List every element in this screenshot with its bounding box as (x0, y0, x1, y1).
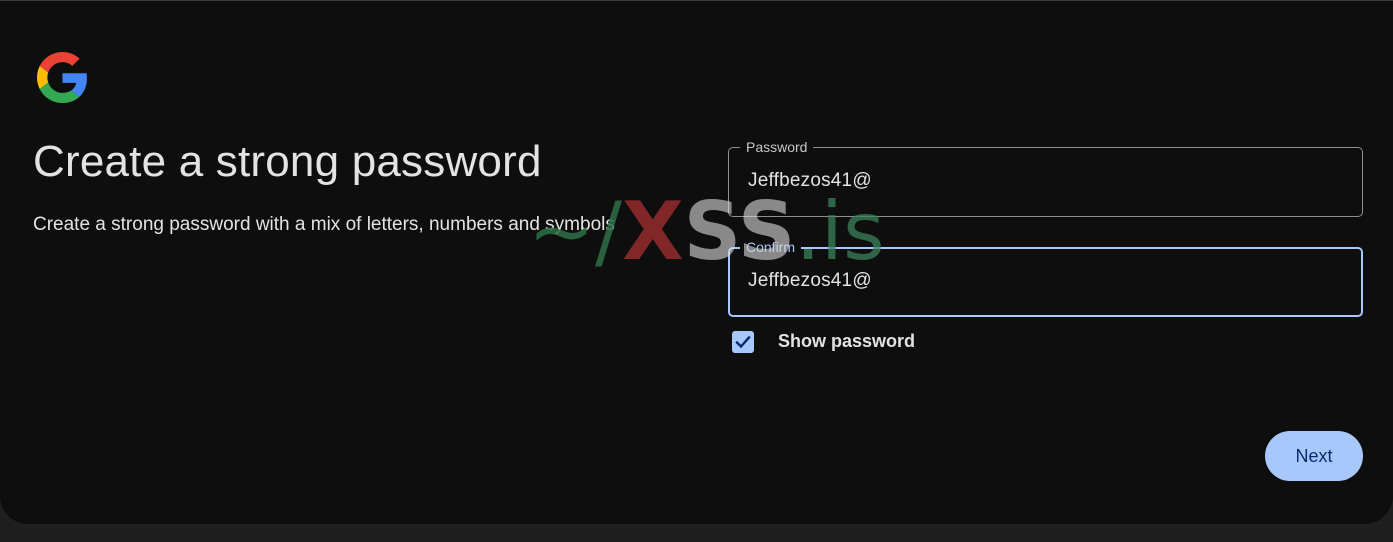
signup-card: Create a strong password Create a strong… (0, 0, 1393, 524)
check-icon (735, 335, 751, 349)
watermark-x: X (621, 185, 684, 278)
password-label: Password (740, 139, 814, 155)
password-input[interactable]: Jeffbezos41@ (748, 170, 872, 192)
confirm-field[interactable]: Confirm Jeffbezos41@ (728, 239, 1363, 317)
next-button[interactable]: Next (1265, 431, 1363, 481)
confirm-input[interactable]: Jeffbezos41@ (748, 270, 872, 292)
show-password-label[interactable]: Show password (778, 331, 915, 352)
show-password-checkbox[interactable] (732, 331, 754, 353)
page-subtitle: Create a strong password with a mix of l… (33, 214, 615, 235)
confirm-label: Confirm (740, 239, 802, 255)
google-logo-icon (37, 52, 87, 103)
page-title: Create a strong password (33, 137, 542, 186)
password-field[interactable]: Password Jeffbezos41@ (728, 139, 1363, 217)
